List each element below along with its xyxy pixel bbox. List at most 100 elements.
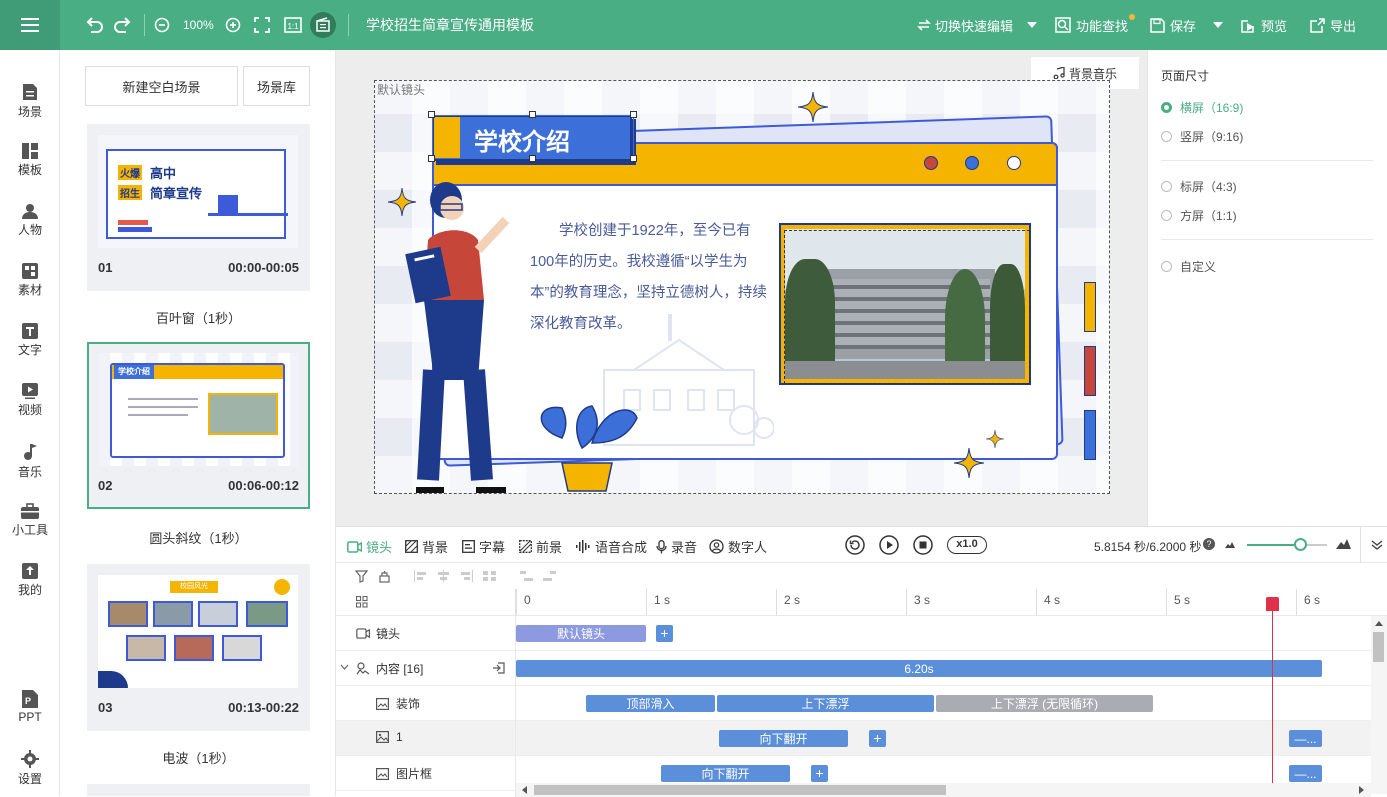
timeline-zoom-slider[interactable] — [1247, 538, 1327, 551]
clip-default-lens[interactable]: 默认镜头 — [516, 625, 646, 642]
save-dropdown-button[interactable] — [1213, 0, 1223, 50]
switch-dropdown-button[interactable] — [1027, 0, 1037, 50]
nav-item-ppt[interactable]: P PPT — [0, 690, 60, 724]
nav-item-scene[interactable]: 场景 — [0, 83, 60, 120]
scrollbar-thumb[interactable] — [534, 785, 946, 795]
export-label: 导出 — [1330, 18, 1357, 34]
add-animation-button[interactable]: + — [869, 730, 886, 747]
timeline-panel: 镜头 背景 字幕 前景 语音合成 录音 数字人 x1.0 5.8154 秒/6.… — [336, 526, 1387, 797]
menu-button[interactable] — [0, 0, 60, 50]
collapse-icon[interactable] — [1371, 540, 1383, 550]
redo-button[interactable] — [113, 0, 133, 50]
scene-transition-label[interactable]: 百叶窗（1秒） — [87, 308, 310, 327]
zoom-out-button[interactable] — [154, 0, 170, 50]
playhead[interactable] — [1266, 597, 1279, 785]
clip-float-loop[interactable]: 上下漂浮 (无限循环) — [936, 695, 1153, 712]
zoom-in-button[interactable] — [225, 0, 241, 50]
radio-square-1-1[interactable]: 方屏（1:1) — [1161, 207, 1237, 224]
play-button[interactable] — [879, 535, 899, 558]
scene-thumbnail: 学校介绍 — [98, 353, 298, 466]
horizontal-scrollbar[interactable] — [516, 783, 1371, 797]
tab-digital-human[interactable]: 数字人 — [709, 537, 767, 556]
plant-icon — [540, 405, 638, 492]
tab-background[interactable]: 背景 — [405, 537, 448, 556]
ruler-tick-label: 6 s — [1304, 593, 1321, 607]
background-icon — [405, 540, 418, 553]
scroll-right-icon[interactable] — [1359, 786, 1365, 794]
scrollbar-thumb[interactable] — [1373, 632, 1384, 662]
nav-item-settings[interactable]: 设置 — [0, 750, 60, 787]
layer-filter-icon[interactable] — [378, 570, 391, 583]
nav-item-mine[interactable]: 我的 — [0, 563, 60, 598]
clip-top-slide-in[interactable]: 顶部滑入 — [586, 695, 715, 712]
feature-search-button[interactable]: 功能查找 — [1055, 0, 1136, 50]
add-animation-button[interactable]: + — [811, 765, 828, 782]
zoom-out-timeline-icon[interactable] — [1225, 541, 1235, 548]
clip-exit[interactable]: —... — [1289, 765, 1322, 782]
radio-standard-4-3[interactable]: 标屏（4:3) — [1161, 178, 1237, 195]
scroll-up-icon[interactable] — [1375, 620, 1383, 626]
clip-content-duration[interactable]: 6.20s — [516, 660, 1322, 677]
zoom-in-timeline-icon[interactable] — [1336, 539, 1351, 549]
fit-screen-button[interactable] — [254, 0, 270, 50]
nav-item-music[interactable]: 音乐 — [0, 443, 60, 480]
radio-dot — [1161, 181, 1172, 192]
stop-button[interactable] — [913, 535, 933, 558]
playhead-handle[interactable] — [1266, 597, 1279, 611]
scroll-left-icon[interactable] — [521, 786, 527, 794]
nav-item-material[interactable]: 素材 — [0, 263, 60, 298]
scene-transition-label[interactable]: 圆头斜纹（1秒） — [87, 528, 310, 547]
scene-time: 00:00-00:05 — [228, 260, 299, 275]
scene-card-02[interactable]: 学校介绍 02 00:06-00:12 — [87, 342, 310, 509]
tab-label: 前景 — [536, 540, 563, 555]
clip-flip-down[interactable]: 向下翻开 — [719, 730, 848, 747]
clip-flip-down[interactable]: 向下翻开 — [661, 765, 790, 782]
tab-recording[interactable]: 录音 — [656, 537, 697, 556]
subtitle-toggle-button[interactable] — [310, 0, 336, 50]
undo-button[interactable] — [84, 0, 104, 50]
save-icon — [1150, 17, 1165, 33]
thumb-title: 高中 — [150, 166, 177, 181]
help-icon[interactable]: ? — [1203, 538, 1215, 550]
scene-library-button[interactable]: 场景库 — [243, 66, 310, 106]
vertical-scrollbar[interactable] — [1371, 616, 1387, 794]
clip-exit[interactable]: —... — [1289, 730, 1322, 747]
save-button[interactable]: 保存 — [1150, 0, 1196, 50]
ruler-tick-label: 3 s — [914, 593, 931, 607]
radio-landscape-16-9[interactable]: 横屏（16:9) — [1161, 99, 1243, 116]
tab-lens[interactable]: 镜头 — [347, 537, 392, 556]
enter-icon[interactable] — [492, 662, 505, 674]
clip-float[interactable]: 上下漂浮 — [717, 695, 934, 712]
slide-canvas[interactable]: 默认镜头 学校介绍 学校创建于1922年，至今已有100年的历史。我校遵循“以学… — [374, 80, 1110, 494]
scene-card-01[interactable]: 火爆 高中 招生 简章宣传 01 00:00-00:05 — [87, 124, 310, 291]
save-label: 保存 — [1170, 18, 1197, 34]
timeline-zoom-thumb[interactable] — [1294, 538, 1307, 551]
track-name: 镜头 — [376, 627, 401, 641]
export-button[interactable]: 导出 — [1310, 0, 1356, 50]
tab-subtitle[interactable]: 字幕 — [462, 537, 505, 556]
replay-button[interactable] — [845, 535, 865, 558]
actual-size-button[interactable]: 1:1 — [284, 0, 302, 50]
nav-item-text[interactable]: 文字 — [0, 323, 60, 358]
scene-transition-label[interactable]: 电波（1秒） — [87, 748, 310, 767]
new-blank-scene-button[interactable]: 新建空白场景 — [85, 66, 238, 106]
tab-foreground[interactable]: 前景 — [519, 537, 562, 556]
preview-button[interactable]: 预览 — [1241, 0, 1287, 50]
chevron-down-icon[interactable] — [340, 664, 349, 670]
scene-time: 00:13-00:22 — [228, 700, 299, 715]
nav-item-person[interactable]: 人物 — [0, 203, 60, 238]
switch-quick-edit-button[interactable]: 切换快速编辑 — [917, 0, 1013, 50]
nav-item-video[interactable]: 视频 — [0, 383, 60, 418]
radio-custom[interactable]: 自定义 — [1161, 258, 1216, 275]
scene-card-03[interactable]: 校园风光 03 00:13-00:22 — [87, 564, 310, 731]
radio-portrait-9-16[interactable]: 竖屏（9:16) — [1161, 128, 1243, 145]
add-lens-button[interactable]: + — [656, 625, 673, 642]
document-title[interactable]: 学校招生简章宣传通用模板 — [366, 0, 534, 50]
timeline-ruler[interactable]: 0 1 s 2 s 3 s 4 s 5 s 6 s — [336, 589, 1387, 616]
tab-speech-synthesis[interactable]: 语音合成 — [576, 537, 647, 556]
radio-dot — [1161, 261, 1172, 272]
nav-item-toolbox[interactable]: 小工具 — [0, 503, 60, 538]
playback-speed[interactable]: x1.0 — [947, 536, 987, 554]
nav-item-template[interactable]: 模板 — [0, 143, 60, 178]
filter-icon[interactable] — [355, 570, 368, 583]
